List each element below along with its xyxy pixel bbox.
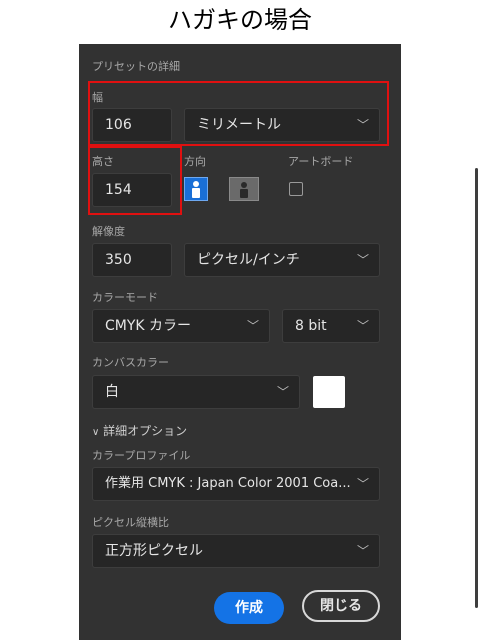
canvas-color-label: カンバスカラー [92,356,169,369]
landscape-orientation-button[interactable] [229,177,259,201]
canvas-color-value: 白 [105,384,119,400]
resolution-label: 解像度 [92,225,125,238]
color-profile-value: 作業用 CMYK : Japan Color 2001 Coa... [105,476,351,491]
scrollbar[interactable] [475,168,478,608]
chevron-down-icon: ∨ [92,427,100,438]
pixel-aspect-value: 正方形ピクセル [105,543,203,559]
chevron-down-icon: ﹀ [356,253,369,267]
resolution-unit-value: ピクセル/インチ [197,252,300,268]
bit-depth-value: 8 bit [295,318,327,334]
color-mode-select[interactable]: CMYK カラー ﹀ [92,309,270,343]
advanced-options-toggle[interactable]: ∨ 詳細オプション [92,422,187,439]
chevron-down-icon: ﹀ [356,477,369,491]
pixel-aspect-label: ピクセル縦横比 [92,516,169,529]
section-title: プリセットの詳細 [92,60,180,73]
canvas-color-select[interactable]: 白 ﹀ [92,375,300,409]
artboard-label: アートボード [288,155,354,168]
canvas-color-swatch[interactable] [313,376,345,408]
portrait-icon [192,181,200,198]
pixel-aspect-select[interactable]: 正方形ピクセル ﹀ [92,534,380,568]
page-title: ハガキの場合 [168,6,312,34]
color-mode-label: カラーモード [92,291,158,304]
portrait-orientation-button[interactable] [184,177,208,201]
chevron-down-icon: ﹀ [276,385,289,399]
orientation-label: 方向 [184,155,206,168]
chevron-down-icon: ﹀ [246,319,259,333]
bit-depth-select[interactable]: 8 bit ﹀ [282,309,380,343]
advanced-options-label: 詳細オプション [103,424,188,438]
landscape-icon [240,182,248,198]
artboard-checkbox[interactable] [289,182,303,196]
highlight-box-width [88,81,389,146]
create-button[interactable]: 作成 [214,592,284,624]
color-mode-value: CMYK カラー [105,318,192,334]
close-button[interactable]: 閉じる [302,590,380,622]
chevron-down-icon: ﹀ [356,319,369,333]
chevron-down-icon: ﹀ [356,544,369,558]
resolution-unit-select[interactable]: ピクセル/インチ ﹀ [184,243,380,277]
highlight-box-height [88,146,182,215]
color-profile-label: カラープロファイル [92,449,191,462]
resolution-input[interactable]: 350 [92,243,172,277]
color-profile-select[interactable]: 作業用 CMYK : Japan Color 2001 Coa... ﹀ [92,467,380,501]
